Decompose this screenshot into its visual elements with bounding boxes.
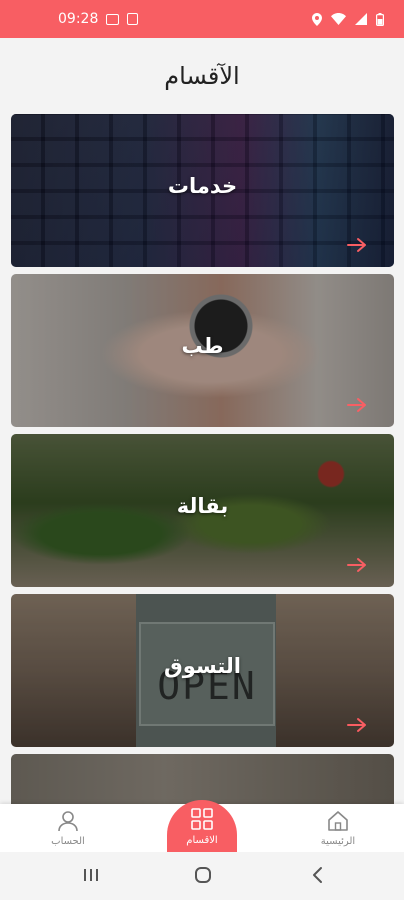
signal-icon (355, 13, 367, 25)
category-card-grocery[interactable]: بقالة (11, 434, 394, 587)
nav-categories-label: الاقسام (186, 835, 218, 846)
category-label: بقالة (176, 494, 229, 518)
nav-categories[interactable]: الاقسام (167, 800, 237, 852)
category-label: طب (181, 334, 224, 358)
category-label: خدمات (167, 174, 238, 198)
status-left: 09:28 (58, 0, 139, 38)
nav-home-label: الرئيسية (320, 836, 356, 847)
back-chevron-icon[interactable] (309, 866, 327, 884)
home-circle-icon[interactable] (194, 866, 212, 884)
page-title: الآقسام (164, 62, 240, 90)
nav-home[interactable]: الرئيسية (293, 804, 383, 852)
arrow-right-icon (347, 398, 366, 412)
notification-icon (127, 13, 139, 25)
battery-icon (376, 12, 384, 26)
arrow-right-icon (347, 238, 366, 252)
home-icon (328, 811, 348, 831)
wifi-icon (331, 13, 346, 25)
category-card-medical[interactable]: طب (11, 274, 394, 427)
status-time: 09:28 (58, 11, 99, 27)
bottom-nav: الحساب الاقسام الرئيسية (0, 800, 404, 852)
nav-account[interactable]: الحساب (23, 804, 113, 852)
arrow-right-icon (347, 718, 366, 732)
grid-icon (191, 808, 213, 830)
category-card-shopping[interactable]: OPEN التسوق (11, 594, 394, 747)
location-icon (312, 12, 322, 26)
arrow-right-icon (347, 558, 366, 572)
nav-account-label: الحساب (51, 836, 85, 847)
system-nav-bar (0, 852, 404, 900)
category-label: التسوق (164, 654, 241, 678)
status-right (312, 0, 384, 38)
user-icon (58, 811, 78, 832)
gallery-icon (106, 13, 120, 25)
recent-apps-icon[interactable] (82, 866, 100, 884)
status-bar: 09:28 (0, 0, 404, 38)
category-card-services[interactable]: خدمات (11, 114, 394, 267)
